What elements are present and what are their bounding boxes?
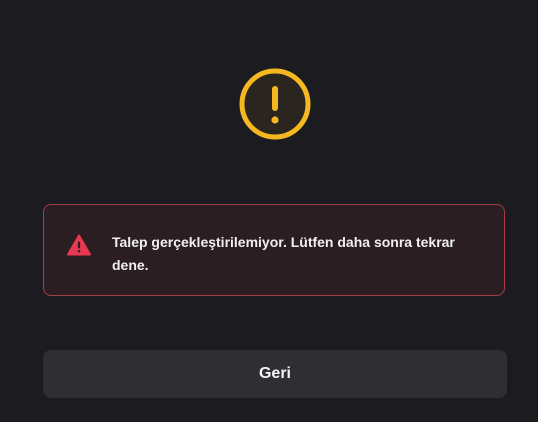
alert-message: Talep gerçekleştirilemiyor. Lütfen daha … (112, 234, 455, 273)
error-alert: Talep gerçekleştirilemiyor. Lütfen daha … (43, 204, 505, 296)
back-button[interactable]: Geri (43, 350, 507, 398)
exclamation-circle-icon (239, 68, 311, 140)
warning-triangle-icon (67, 234, 91, 256)
